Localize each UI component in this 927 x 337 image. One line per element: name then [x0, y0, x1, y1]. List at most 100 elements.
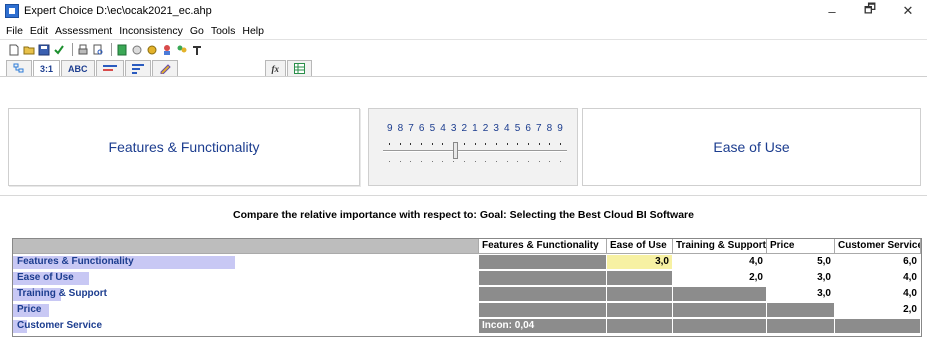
matrix-row: Features & Functionality 3,0 4,0 5,0 6,0 — [13, 255, 921, 270]
column-header[interactable]: Customer Service — [835, 239, 921, 254]
comparison-matrix: Features & Functionality Ease of Use Tra… — [12, 238, 922, 337]
sensitivity-icon[interactable] — [131, 44, 143, 56]
row-label[interactable]: Customer Service — [13, 319, 479, 334]
scale-value: 6 — [418, 123, 425, 134]
slider-subticks — [389, 161, 561, 162]
open-folder-icon[interactable] — [23, 44, 35, 56]
model-icon[interactable] — [116, 44, 128, 56]
new-file-icon[interactable] — [8, 44, 20, 56]
matrix-cell — [767, 303, 835, 318]
comparison-scale: 9 8 7 6 5 4 3 2 1 2 3 4 5 6 7 8 9 — [387, 123, 563, 134]
column-header[interactable]: Price — [767, 239, 835, 254]
scale-value: 6 — [525, 123, 531, 134]
grid-icon — [294, 63, 306, 74]
matrix-cell[interactable]: 3,0 — [767, 287, 835, 302]
menu-assessment[interactable]: Assessment — [55, 25, 112, 37]
column-header[interactable]: Features & Functionality — [479, 239, 607, 254]
scale-value: 8 — [546, 123, 553, 134]
view-tabs: 3:1 ABC fx — [0, 59, 927, 77]
slider-thumb[interactable] — [453, 142, 458, 159]
toolbar-separator — [72, 43, 73, 56]
matrix-cell[interactable]: 2,0 — [673, 271, 767, 286]
matrix-cell[interactable]: 6,0 — [835, 255, 921, 270]
scale-value: 1 — [472, 123, 478, 134]
participants-icon[interactable] — [161, 44, 173, 56]
list-bars-icon — [131, 63, 144, 74]
menu-edit[interactable]: Edit — [30, 25, 48, 37]
right-element-panel[interactable]: Ease of Use — [582, 108, 921, 186]
scale-value: 5 — [429, 123, 436, 134]
matrix-cell — [479, 255, 607, 270]
scale-value: 2 — [482, 123, 489, 134]
matrix-cell — [673, 287, 767, 302]
matrix-cell[interactable]: 4,0 — [835, 271, 921, 286]
tab-verbal[interactable]: ABC — [61, 60, 95, 76]
matrix-header-row: Features & Functionality Ease of Use Tra… — [13, 239, 921, 254]
pairwise-comparison-area: Features & Functionality 9 8 7 6 5 4 3 2… — [8, 108, 921, 188]
minimize-button[interactable]: – — [813, 0, 851, 22]
tab-formula[interactable]: fx — [264, 60, 287, 76]
check-icon[interactable] — [53, 44, 65, 56]
tab-graphical[interactable] — [95, 60, 124, 76]
matrix-cell[interactable]: 3,0 — [767, 271, 835, 286]
row-label[interactable]: Features & Functionality — [13, 255, 479, 270]
menu-help[interactable]: Help — [242, 25, 264, 37]
column-header[interactable]: Ease of Use — [607, 239, 673, 254]
column-header[interactable]: Training & Support — [673, 239, 767, 254]
section-divider — [0, 195, 927, 196]
menu-inconsistency[interactable]: Inconsistency — [119, 25, 183, 37]
comparison-slider[interactable]: 9 8 7 6 5 4 3 2 1 2 3 4 5 6 7 8 9 — [368, 108, 578, 186]
matrix-cell — [767, 319, 835, 334]
matrix-cell — [607, 319, 673, 334]
scale-value: 3 — [450, 123, 457, 134]
menu-file[interactable]: File — [6, 25, 23, 37]
participants-add-icon[interactable] — [176, 44, 188, 56]
save-icon[interactable] — [38, 44, 50, 56]
matrix-cell[interactable]: 4,0 — [835, 287, 921, 302]
print-preview-icon[interactable] — [92, 44, 104, 56]
menu-go[interactable]: Go — [190, 25, 204, 37]
matrix-cell[interactable]: 4,0 — [673, 255, 767, 270]
right-element-label: Ease of Use — [713, 139, 790, 155]
matrix-cell — [607, 271, 673, 286]
matrix-cell — [479, 303, 607, 318]
row-label[interactable]: Price — [13, 303, 479, 318]
left-element-panel[interactable]: Features & Functionality — [8, 108, 360, 186]
menu-tools[interactable]: Tools — [211, 25, 236, 37]
matrix-row: Ease of Use 2,0 3,0 4,0 — [13, 271, 921, 286]
print-icon[interactable] — [77, 44, 89, 56]
tab-pairwise-numerical[interactable]: 3:1 — [33, 60, 61, 76]
cut-icon[interactable] — [191, 44, 203, 56]
scale-value: 8 — [397, 123, 404, 134]
scale-value: 4 — [440, 123, 446, 134]
slider-ticks — [389, 143, 561, 145]
scale-value: 5 — [514, 123, 521, 134]
menu-bar: File Edit Assessment Inconsistency Go To… — [0, 22, 927, 40]
matrix-cell-selected[interactable]: 3,0 — [607, 255, 673, 270]
main-toolbar — [0, 41, 206, 58]
window-title: Expert Choice D:\ec\ocak2021_ec.ahp — [24, 5, 212, 17]
scale-value: 9 — [387, 123, 393, 134]
inconsistency-ratio: Incon: 0,04 — [479, 319, 607, 334]
tab-questionnaire[interactable] — [124, 60, 151, 76]
matrix-corner — [13, 239, 479, 254]
restore-button[interactable]: 🗗 — [851, 0, 889, 22]
row-label[interactable]: Ease of Use — [13, 271, 479, 286]
tree-icon — [13, 63, 24, 73]
formula-icon: fx — [271, 63, 280, 74]
matrix-row: Training & Support 3,0 4,0 — [13, 287, 921, 302]
row-label[interactable]: Training & Support — [13, 287, 479, 302]
matrix-cell[interactable]: 2,0 — [835, 303, 921, 318]
matrix-cell[interactable]: 5,0 — [767, 255, 835, 270]
tab-tree[interactable] — [6, 60, 32, 76]
tab-direct[interactable] — [151, 60, 178, 76]
tab-data-grid[interactable] — [287, 60, 313, 76]
slider-track[interactable] — [383, 150, 567, 152]
scale-value: 4 — [504, 123, 510, 134]
matrix-cell — [607, 287, 673, 302]
close-button[interactable]: ✕ — [889, 0, 927, 22]
goal-icon[interactable] — [146, 44, 158, 56]
matrix-cell — [479, 271, 607, 286]
scale-value: 3 — [493, 123, 499, 134]
matrix-cell — [673, 319, 767, 334]
